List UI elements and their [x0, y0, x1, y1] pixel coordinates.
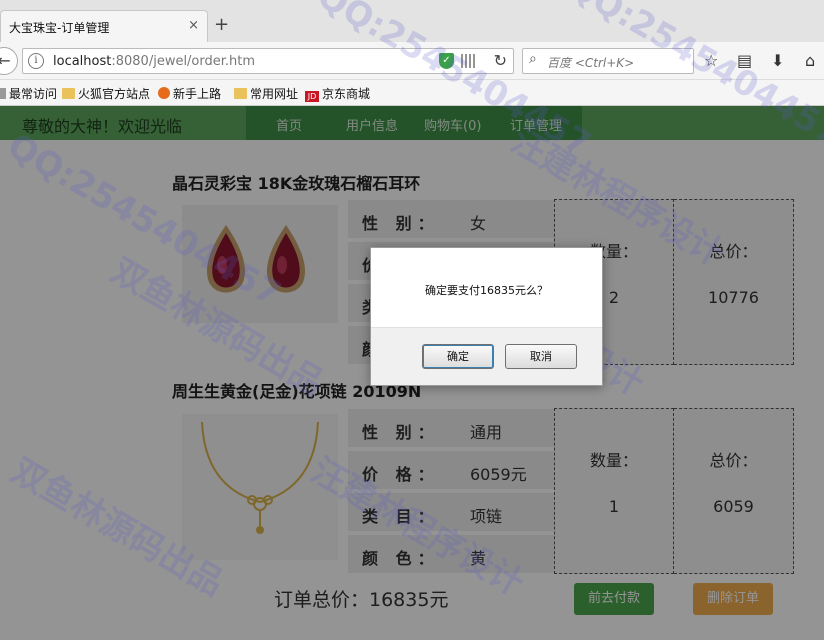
download-icon[interactable]: ⬇ [771, 51, 784, 70]
dialog-message: 确定要支付16835元么？ [425, 284, 548, 297]
cancel-button[interactable]: 取消 [505, 344, 577, 369]
search-placeholder: 百度 <Ctrl+K> [547, 56, 635, 70]
shield-icon[interactable]: ✓ [439, 53, 454, 69]
confirm-dialog: 确定要支付16835元么？ 确定 取消 [370, 247, 603, 386]
bookmark-label: 火狐官方站点 [78, 87, 151, 101]
url-host: localhost [53, 54, 112, 69]
confirm-button[interactable]: 确定 [422, 344, 494, 369]
browser-tab-bar: 大宝珠宝-订单管理 × + [0, 0, 824, 42]
jd-logo-icon: JD [305, 91, 319, 102]
bookmark-jd[interactable]: JD 京东商城 [305, 85, 370, 102]
bookmark-label: 最常访问 [9, 87, 58, 101]
tab-close-icon[interactable]: × [188, 18, 199, 33]
dialog-footer: 确定 取消 [371, 327, 602, 385]
reading-list-icon[interactable]: ▤ [737, 51, 752, 70]
back-arrow-icon[interactable]: ← [0, 47, 18, 75]
bookmarks-bar: 最常访问 火狐官方站点 新手上路 常用网址 JD 京东商城 [0, 80, 824, 106]
bookmark-label: 京东商城 [322, 87, 371, 101]
star-icon[interactable]: ☆ [704, 51, 718, 70]
folder-icon [234, 88, 247, 99]
info-icon[interactable]: i [28, 53, 44, 69]
bookmark-most-visited[interactable]: 最常访问 [0, 85, 57, 102]
bookmark-firefox-official[interactable]: 火狐官方站点 [62, 85, 150, 102]
home-icon[interactable]: ⌂ [805, 51, 815, 70]
browser-navbar: ← i localhost:8080/jewel/order.htm ✓ ↻ ⌕… [0, 42, 824, 80]
bookmark-common-sites[interactable]: 常用网址 [234, 85, 298, 102]
bookmark-icon [0, 88, 6, 99]
bookmark-getting-started[interactable]: 新手上路 [158, 85, 221, 102]
qr-code-icon[interactable] [461, 54, 475, 68]
reload-icon[interactable]: ↻ [494, 51, 507, 70]
browser-tab-active[interactable]: 大宝珠宝-订单管理 × [0, 10, 208, 42]
bookmark-label: 新手上路 [173, 87, 222, 101]
search-bar[interactable]: ⌕ 百度 <Ctrl+K> [522, 48, 694, 74]
firefox-icon [158, 87, 170, 99]
bookmark-label: 常用网址 [250, 87, 299, 101]
search-icon: ⌕ [529, 51, 537, 67]
url-bar[interactable]: i localhost:8080/jewel/order.htm ✓ ↻ [22, 48, 514, 74]
tab-title: 大宝珠宝-订单管理 [9, 21, 110, 35]
new-tab-icon[interactable]: + [214, 14, 229, 35]
url-path: :8080/jewel/order.htm [111, 54, 256, 69]
folder-icon [62, 88, 75, 99]
url-text: localhost:8080/jewel/order.htm [53, 54, 255, 69]
